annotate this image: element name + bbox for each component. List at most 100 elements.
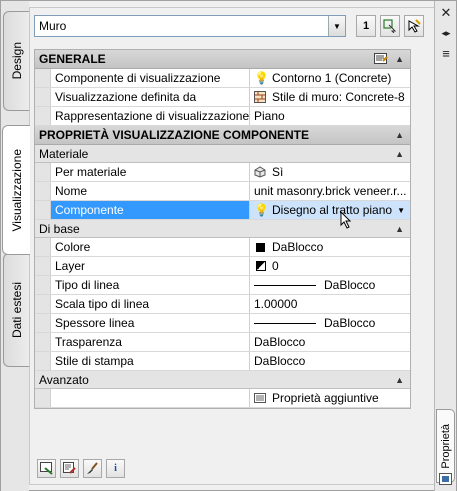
selection-count-button[interactable]: 1 bbox=[356, 15, 376, 37]
match-properties-button[interactable] bbox=[83, 459, 102, 478]
property-value[interactable]: Stile di muro: Concrete-8 bbox=[250, 88, 410, 106]
property-row[interactable]: Visualizzazione definita da Stile di mur… bbox=[35, 88, 410, 107]
property-value-text: Stile di muro: Concrete-8 bbox=[272, 90, 405, 104]
collapse-icon[interactable]: ▲ bbox=[395, 130, 404, 140]
property-row[interactable]: Spessore linea DaBlocco bbox=[35, 314, 410, 333]
properties-sheet-icon bbox=[254, 393, 266, 403]
property-value[interactable]: Piano bbox=[250, 107, 410, 125]
palette-menu-icon[interactable]: ≡ bbox=[438, 45, 454, 61]
info-button[interactable]: i bbox=[106, 459, 125, 478]
property-name: Nome bbox=[51, 182, 250, 200]
selection-count: 1 bbox=[362, 20, 370, 32]
edit-style-button[interactable] bbox=[60, 459, 79, 478]
property-value-text: Disegno al tratto piano bbox=[272, 203, 393, 217]
category-proprieta-visualizzazione[interactable]: PROPRIETÀ VISUALIZZAZIONE COMPONENTE ▲ bbox=[35, 126, 410, 145]
select-objects-button[interactable] bbox=[404, 15, 424, 37]
category-generale-title: GENERALE bbox=[39, 52, 106, 66]
close-icon[interactable]: ✕ bbox=[438, 5, 454, 21]
subcategory-materiale[interactable]: Materiale ▲ bbox=[35, 145, 410, 163]
subcategory-avanzato-title: Avanzato bbox=[39, 372, 89, 387]
palette-properties-icon[interactable] bbox=[439, 473, 452, 485]
property-name: Tipo di linea bbox=[51, 276, 250, 294]
property-value[interactable]: DaBlocco bbox=[250, 352, 410, 370]
property-value[interactable]: DaBlocco bbox=[250, 276, 410, 294]
property-name: Visualizzazione definita da bbox=[51, 88, 250, 106]
object-type-dropdown[interactable]: Muro ▼ bbox=[34, 15, 346, 37]
property-value-text: Piano bbox=[254, 109, 285, 123]
additional-properties-link[interactable]: Proprietà aggiuntive bbox=[250, 389, 410, 407]
property-row[interactable]: Layer 0 bbox=[35, 257, 410, 276]
property-name: Rappresentazione di visualizzazione bbox=[51, 107, 250, 125]
property-value-text: Proprietà aggiuntive bbox=[272, 391, 379, 405]
tab-design[interactable]: Design bbox=[3, 11, 29, 111]
subcategory-di-base[interactable]: Di base ▲ bbox=[35, 220, 410, 238]
palette-content: Muro ▼ 1 GENERALE ▲ Componente di visual… bbox=[29, 7, 435, 485]
palette-title: Proprietà bbox=[439, 423, 452, 469]
property-value[interactable]: 1.00000 bbox=[250, 295, 410, 313]
collapse-icon[interactable]: ▲ bbox=[395, 149, 404, 159]
tab-visualizzazione[interactable]: Visualizzazione bbox=[2, 125, 30, 255]
bottom-toolbar: i bbox=[37, 459, 125, 479]
brush-icon bbox=[87, 462, 98, 474]
display-properties-icon[interactable] bbox=[374, 53, 388, 68]
property-row-selected[interactable]: Componente 💡 Disegno al tratto piano ▼ bbox=[35, 201, 410, 220]
property-name: Per materiale bbox=[51, 163, 250, 181]
display-manager-icon bbox=[40, 462, 53, 475]
property-row[interactable]: Stile di stampa DaBlocco bbox=[35, 352, 410, 371]
auto-hide-icon[interactable]: ◂▸ bbox=[438, 25, 454, 41]
property-name: Scala tipo di linea bbox=[51, 295, 250, 313]
property-name: Layer bbox=[51, 257, 250, 275]
palette-title-tab[interactable]: Proprietà bbox=[436, 409, 455, 483]
palette-title-bar: ✕ ◂▸ ≡ Proprietà bbox=[434, 1, 456, 491]
property-row[interactable]: Trasparenza DaBlocco bbox=[35, 333, 410, 352]
collapse-icon[interactable]: ▲ bbox=[395, 224, 404, 234]
chevron-down-icon[interactable]: ▼ bbox=[397, 206, 405, 215]
tab-dati-estesi[interactable]: Dati estesi bbox=[3, 253, 29, 367]
property-value[interactable]: DaBlocco bbox=[250, 314, 410, 332]
layer-icon bbox=[256, 261, 266, 271]
property-name: Stile di stampa bbox=[51, 352, 250, 370]
property-value[interactable]: DaBlocco bbox=[250, 238, 410, 256]
property-row[interactable]: Scala tipo di linea 1.00000 bbox=[35, 295, 410, 314]
palette-tabs: Design Visualizzazione Dati estesi bbox=[1, 1, 30, 491]
collapse-icon[interactable]: ▲ bbox=[395, 375, 404, 385]
tab-dati-estesi-label: Dati estesi bbox=[9, 281, 24, 339]
category-generale[interactable]: GENERALE ▲ bbox=[35, 50, 410, 69]
color-swatch-icon bbox=[256, 242, 265, 252]
property-value-text: 1.00000 bbox=[254, 297, 298, 311]
property-row[interactable]: Proprietà aggiuntive bbox=[35, 389, 410, 408]
property-value[interactable]: unit masonry.brick veneer.r... bbox=[250, 182, 410, 200]
property-value-text: Sì bbox=[272, 165, 284, 179]
property-row[interactable]: Per materiale Sì bbox=[35, 163, 410, 182]
property-value-text: Contorno 1 (Concrete) bbox=[272, 71, 392, 85]
property-row[interactable]: Componente di visualizzazione 💡 Contorno… bbox=[35, 69, 410, 88]
property-value-dropdown[interactable]: 💡 Disegno al tratto piano ▼ bbox=[250, 201, 410, 219]
object-type-value: Muro bbox=[39, 19, 67, 33]
property-value-text: DaBlocco bbox=[272, 240, 324, 254]
material-icon bbox=[254, 166, 266, 178]
quick-select-button[interactable] bbox=[380, 15, 400, 37]
mouse-cursor-icon bbox=[340, 211, 352, 229]
property-row[interactable]: Colore DaBlocco bbox=[35, 238, 410, 257]
chevron-down-icon[interactable]: ▼ bbox=[328, 16, 345, 36]
collapse-icon[interactable]: ▲ bbox=[395, 54, 404, 64]
subcategory-materiale-title: Materiale bbox=[39, 146, 89, 161]
property-row[interactable]: Rappresentazione di visualizzazione Pian… bbox=[35, 107, 410, 126]
property-name: Trasparenza bbox=[51, 333, 250, 351]
quick-select-icon bbox=[383, 19, 397, 33]
property-value[interactable]: Sì bbox=[250, 163, 410, 181]
property-row[interactable]: Nome unit masonry.brick veneer.r... bbox=[35, 182, 410, 201]
property-value[interactable]: 💡 Contorno 1 (Concrete) bbox=[250, 69, 410, 87]
wall-style-icon bbox=[254, 91, 266, 103]
subcategory-avanzato[interactable]: Avanzato ▲ bbox=[35, 371, 410, 389]
property-grid: GENERALE ▲ Componente di visualizzazione… bbox=[34, 49, 411, 409]
property-value[interactable]: DaBlocco bbox=[250, 333, 410, 351]
linetype-sample-icon bbox=[254, 284, 316, 286]
apply-display-button[interactable] bbox=[37, 459, 56, 478]
lightbulb-icon: 💡 bbox=[254, 203, 269, 217]
property-value-text: DaBlocco bbox=[254, 335, 306, 349]
property-value[interactable]: 0 bbox=[250, 257, 410, 275]
property-row[interactable]: Tipo di linea DaBlocco bbox=[35, 276, 410, 295]
lineweight-sample-icon bbox=[254, 322, 316, 324]
property-name: Spessore linea bbox=[51, 314, 250, 332]
